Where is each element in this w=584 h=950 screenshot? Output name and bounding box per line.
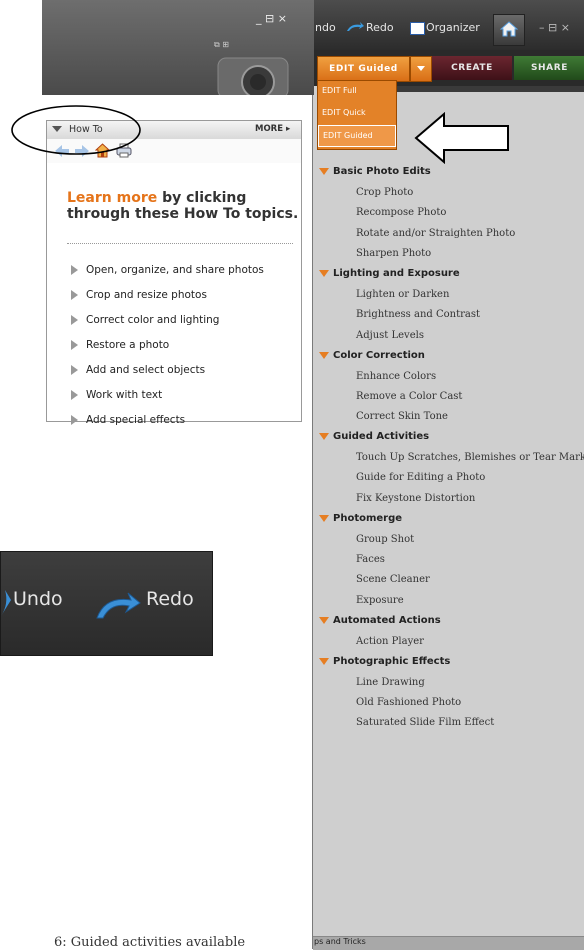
disclosure-triangle-icon [319,657,329,665]
tab-edit-guided[interactable]: EDIT Guided [317,56,410,82]
guided-item-sharpen-photo[interactable]: Sharpen Photo [356,248,431,259]
howto-link-special-effects[interactable]: Add special effects [71,414,185,426]
howto-link-correct-color[interactable]: Correct color and lighting [71,314,219,326]
howto-link-open-organize[interactable]: Open, organize, and share photos [71,264,264,276]
guided-item-scene-cleaner[interactable]: Scene Cleaner [356,574,430,585]
howto-link-restore-photo[interactable]: Restore a photo [71,339,169,351]
disclosure-triangle-icon [319,616,329,624]
undo-redo-zoom-panel: Undo Redo [0,551,213,656]
link-triangle-icon [71,415,78,425]
dotted-divider [67,243,293,244]
tab-share[interactable]: SHARE [514,56,584,80]
mode-dropdown-button[interactable] [410,56,432,82]
redo-button-label[interactable]: Redo [366,21,394,34]
tab-create[interactable]: CREATE [432,56,512,80]
category-basic-photo-edits[interactable]: Basic Photo Edits [319,166,431,177]
redo-button-label[interactable]: Redo [146,588,194,610]
guided-item-action-player[interactable]: Action Player [356,636,424,647]
category-photomerge[interactable]: Photomerge [319,513,402,524]
disclosure-triangle-icon [319,351,329,359]
tips-and-tricks-bar[interactable]: ps and Tricks [313,936,584,950]
howto-panel: How To MORE ▸ Learn more by clicking thr… [46,120,302,426]
guided-item-group-shot[interactable]: Group Shot [356,534,414,545]
highlight-ellipse [11,105,141,155]
howto-link-crop-resize[interactable]: Crop and resize photos [71,289,207,301]
home-button[interactable] [493,14,525,46]
howto-heading: Learn more by clicking through these How… [67,190,299,222]
link-triangle-icon [71,390,78,400]
guided-item-lighten-darken[interactable]: Lighten or Darken [356,289,449,300]
howto-link-add-select-objects[interactable]: Add and select objects [71,364,205,376]
guided-item-adjust-levels[interactable]: Adjust Levels [356,330,424,341]
category-lighting-exposure[interactable]: Lighting and Exposure [319,268,460,279]
guided-item-remove-color-cast[interactable]: Remove a Color Cast [356,391,462,402]
guided-item-enhance-colors[interactable]: Enhance Colors [356,371,436,382]
undo-icon [1,590,11,616]
redo-icon[interactable] [95,590,141,620]
guided-item-rotate-straighten[interactable]: Rotate and/or Straighten Photo [356,228,515,239]
window-controls[interactable]: _ ⊟ × [256,12,287,25]
menu-item-edit-quick[interactable]: EDIT Quick [318,103,396,123]
organizer-icon[interactable] [410,22,425,35]
guided-item-old-fashioned-photo[interactable]: Old Fashioned Photo [356,697,461,708]
link-triangle-icon [71,365,78,375]
undo-button-label[interactable]: ndo [315,21,336,34]
camera-icon [217,57,289,95]
link-triangle-icon [71,315,78,325]
howto-window-titlebar: _ ⊟ × ⧉ ⊞ [42,0,314,95]
category-color-correction[interactable]: Color Correction [319,350,425,361]
window-controls[interactable]: – ⊟ × [539,21,570,34]
tips-bar-label: ps and Tricks [314,937,366,946]
link-triangle-icon [71,265,78,275]
guided-item-recompose-photo[interactable]: Recompose Photo [356,207,446,218]
disclosure-triangle-icon [319,167,329,175]
panel-header-strip [397,86,584,92]
guided-item-touch-up-scratches[interactable]: Touch Up Scratches, Blemishes or Tear Ma… [356,452,584,463]
redo-icon[interactable] [346,22,364,32]
guided-item-guide-editing[interactable]: Guide for Editing a Photo [356,472,485,483]
category-guided-activities[interactable]: Guided Activities [319,431,429,442]
menu-item-edit-guided[interactable]: EDIT Guided [318,125,396,147]
undo-button-label[interactable]: Undo [13,588,63,610]
organizer-button-label[interactable]: Organizer [426,21,480,34]
guided-item-faces[interactable]: Faces [356,554,385,565]
guided-item-correct-skin-tone[interactable]: Correct Skin Tone [356,411,448,422]
more-button[interactable]: MORE ▸ [255,124,290,134]
howto-link-work-with-text[interactable]: Work with text [71,389,162,401]
figure-caption: 6: Guided activities available [54,935,246,950]
disclosure-triangle-icon [319,432,329,440]
link-triangle-icon [71,340,78,350]
guided-item-line-drawing[interactable]: Line Drawing [356,677,425,688]
category-automated-actions[interactable]: Automated Actions [319,615,441,626]
link-triangle-icon [71,290,78,300]
guided-item-fix-keystone[interactable]: Fix Keystone Distortion [356,493,475,504]
restore-panel-icon[interactable]: ⧉ ⊞ [214,40,229,50]
top-toolbar: ndo Redo Organizer – ⊟ × [313,0,584,50]
menu-item-edit-full[interactable]: EDIT Full [318,81,396,101]
disclosure-triangle-icon [319,514,329,522]
guided-item-saturated-slide-film[interactable]: Saturated Slide Film Effect [356,717,494,728]
edit-mode-dropdown-menu: EDIT Full EDIT Quick EDIT Guided [317,80,397,150]
category-photographic-effects[interactable]: Photographic Effects [319,656,450,667]
guided-item-exposure[interactable]: Exposure [356,595,404,606]
home-icon [500,21,518,37]
guided-item-brightness-contrast[interactable]: Brightness and Contrast [356,309,480,320]
disclosure-triangle-icon [319,269,329,277]
callout-arrow [414,112,509,164]
chevron-down-icon [417,66,425,71]
guided-item-crop-photo[interactable]: Crop Photo [356,187,413,198]
